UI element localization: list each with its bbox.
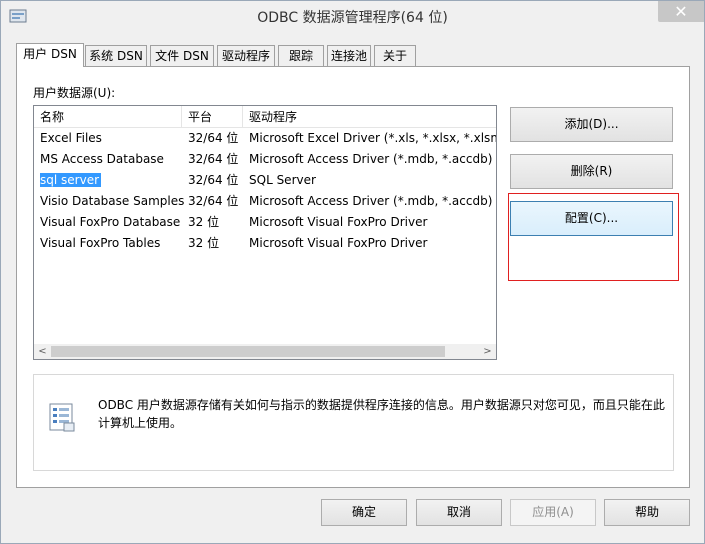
tab-user-dsn[interactable]: 用户 DSN: [16, 43, 84, 67]
tab-about[interactable]: 关于: [374, 45, 416, 67]
item-name: Visio Database Samples: [40, 194, 185, 208]
tab-drivers[interactable]: 驱动程序: [217, 45, 275, 67]
item-driver: Microsoft Access Driver (*.mdb, *.accdb): [249, 152, 493, 166]
tab-tracing[interactable]: 跟踪: [278, 45, 324, 67]
remove-button[interactable]: 删除(R): [510, 154, 673, 189]
odbc-window: ODBC 数据源管理程序(64 位) ✕ 用户 DSN 系统 DSN 文件 DS…: [0, 0, 705, 544]
list-item-selected[interactable]: sql server 32/64 位 SQL Server: [34, 170, 496, 191]
info-box: ODBC 用户数据源存储有关如何与指示的数据提供程序连接的信息。用户数据源只对您…: [33, 374, 674, 471]
close-button[interactable]: ✕: [658, 1, 704, 22]
list-header: 名称 平台 驱动程序: [34, 106, 496, 128]
tab-system-dsn[interactable]: 系统 DSN: [85, 45, 147, 67]
tab-connection-pooling[interactable]: 连接池: [327, 45, 371, 67]
tab-file-dsn[interactable]: 文件 DSN: [150, 45, 214, 67]
apply-button[interactable]: 应用(A): [510, 499, 596, 526]
data-source-list[interactable]: 名称 平台 驱动程序 Excel Files 32/64 位 Microsoft…: [33, 105, 497, 360]
scroll-right-button[interactable]: >: [479, 344, 496, 359]
configure-button[interactable]: 配置(C)...: [510, 201, 673, 236]
add-button[interactable]: 添加(D)...: [510, 107, 673, 142]
scroll-thumb[interactable]: [51, 346, 445, 357]
selected-item-name: sql server: [40, 173, 102, 187]
scroll-left-button[interactable]: <: [34, 344, 51, 359]
item-driver: SQL Server: [249, 173, 316, 187]
item-platform: 32/64 位: [188, 194, 239, 208]
list-item[interactable]: Excel Files 32/64 位 Microsoft Excel Driv…: [34, 128, 496, 149]
item-name: Excel Files: [40, 131, 102, 145]
item-driver: Microsoft Visual FoxPro Driver: [249, 215, 428, 229]
item-platform: 32 位: [188, 215, 220, 229]
data-sources-icon: [49, 403, 75, 432]
cancel-button[interactable]: 取消: [416, 499, 502, 526]
window-title: ODBC 数据源管理程序(64 位): [257, 10, 448, 26]
column-header-name[interactable]: 名称: [34, 106, 182, 128]
ok-button[interactable]: 确定: [321, 499, 407, 526]
help-button[interactable]: 帮助: [604, 499, 690, 526]
item-name: MS Access Database: [40, 152, 164, 166]
info-description: ODBC 用户数据源存储有关如何与指示的数据提供程序连接的信息。用户数据源只对您…: [98, 398, 665, 430]
item-name: sql server: [40, 170, 185, 191]
column-header-driver[interactable]: 驱动程序: [243, 106, 496, 128]
list-item[interactable]: Visual FoxPro Database 32 位 Microsoft Vi…: [34, 212, 496, 233]
list-item[interactable]: Visio Database Samples 32/64 位 Microsoft…: [34, 191, 496, 212]
item-platform: 32/64 位: [188, 173, 239, 187]
item-driver: Microsoft Excel Driver (*.xls, *.xlsx, *…: [249, 131, 497, 145]
user-dsn-panel: 用户数据源(U): 名称 平台 驱动程序 Excel Files 32/64 位…: [16, 66, 690, 488]
item-driver: Microsoft Access Driver (*.mdb, *.accdb): [249, 194, 493, 208]
column-header-platform[interactable]: 平台: [182, 106, 243, 128]
list-item[interactable]: Visual FoxPro Tables 32 位 Microsoft Visu…: [34, 233, 496, 254]
title-bar[interactable]: ODBC 数据源管理程序(64 位) ✕: [1, 1, 704, 33]
list-item[interactable]: MS Access Database 32/64 位 Microsoft Acc…: [34, 149, 496, 170]
item-platform: 32 位: [188, 236, 220, 250]
item-platform: 32/64 位: [188, 152, 239, 166]
horizontal-scrollbar[interactable]: < >: [34, 344, 496, 359]
item-name: Visual FoxPro Tables: [40, 236, 161, 250]
item-driver: Microsoft Visual FoxPro Driver: [249, 236, 428, 250]
item-name: Visual FoxPro Database: [40, 215, 181, 229]
user-data-sources-label: 用户数据源(U):: [33, 86, 116, 100]
item-platform: 32/64 位: [188, 131, 239, 145]
